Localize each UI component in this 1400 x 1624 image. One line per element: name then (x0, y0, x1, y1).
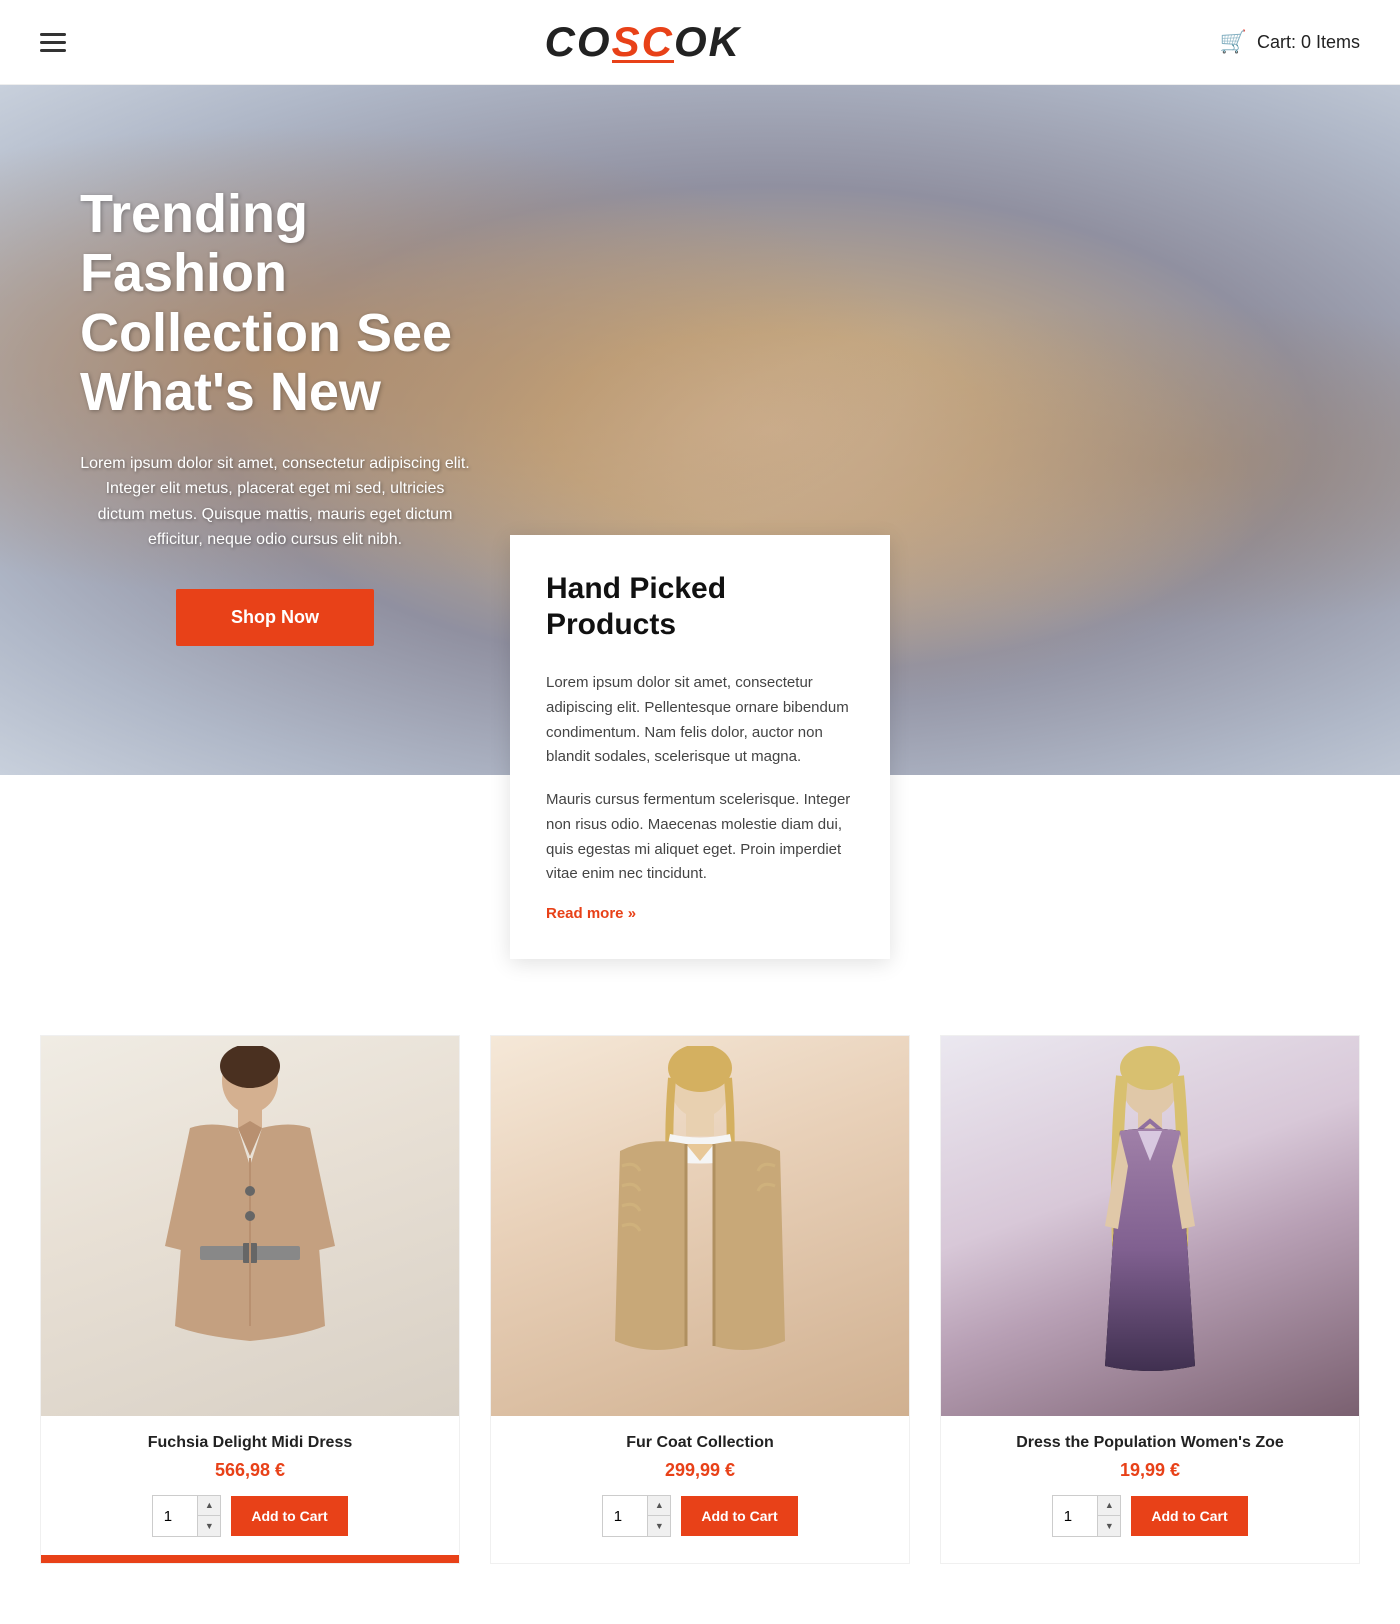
site-logo[interactable]: COSCOK (545, 18, 741, 66)
product-name: Dress the Population Women's Zoe (961, 1434, 1339, 1452)
add-to-cart-button[interactable]: Add to Cart (1131, 1496, 1247, 1536)
cart-label: Cart: 0 Items (1257, 32, 1360, 53)
quantity-spinners: ▲ ▼ (648, 1496, 670, 1536)
product-info: Fuchsia Delight Midi Dress 566,98 € ▲ ▼ … (41, 1416, 459, 1555)
hamburger-line-3 (40, 49, 66, 52)
qty-down-button[interactable]: ▼ (648, 1516, 670, 1536)
product-price: 19,99 € (961, 1460, 1339, 1481)
quantity-spinners: ▲ ▼ (198, 1496, 220, 1536)
add-to-cart-button[interactable]: Add to Cart (681, 1496, 797, 1536)
quantity-input[interactable] (603, 1496, 648, 1536)
hamburger-menu[interactable] (40, 33, 66, 52)
product-controls: ▲ ▼ Add to Cart (61, 1495, 439, 1537)
product-card: Dress the Population Women's Zoe 19,99 €… (940, 1035, 1360, 1564)
header: COSCOK 🛒 Cart: 0 Items (0, 0, 1400, 85)
product-name: Fuchsia Delight Midi Dress (61, 1434, 439, 1452)
product-image-3 (941, 1036, 1359, 1416)
product-price: 299,99 € (511, 1460, 889, 1481)
product-figure-1 (150, 1046, 350, 1406)
product-image-area (941, 1036, 1359, 1416)
product-card-accent (41, 1555, 459, 1563)
product-controls: ▲ ▼ Add to Cart (511, 1495, 889, 1537)
add-to-cart-button[interactable]: Add to Cart (231, 1496, 347, 1536)
handpicked-card: Hand Picked Products Lorem ipsum dolor s… (510, 535, 890, 959)
quantity-input[interactable] (1053, 1496, 1098, 1536)
qty-up-button[interactable]: ▲ (1098, 1496, 1120, 1516)
quantity-group: ▲ ▼ (1052, 1495, 1121, 1537)
qty-up-button[interactable]: ▲ (648, 1496, 670, 1516)
quantity-group: ▲ ▼ (152, 1495, 221, 1537)
qty-down-button[interactable]: ▼ (1098, 1516, 1120, 1536)
hero-title: Trending Fashion Collection See What's N… (80, 185, 470, 423)
product-image-area (41, 1036, 459, 1416)
qty-down-button[interactable]: ▼ (198, 1516, 220, 1536)
product-info: Dress the Population Women's Zoe 19,99 €… (941, 1416, 1359, 1555)
handpicked-title: Hand Picked Products (546, 571, 854, 643)
handpicked-para-1: Lorem ipsum dolor sit amet, consectetur … (546, 671, 854, 770)
qty-up-button[interactable]: ▲ (198, 1496, 220, 1516)
quantity-spinners: ▲ ▼ (1098, 1496, 1120, 1536)
main-content: Hand Picked Products Lorem ipsum dolor s… (0, 775, 1400, 1624)
product-image-1 (41, 1036, 459, 1416)
read-more-link[interactable]: Read more » (546, 905, 636, 922)
logo-highlight: SC (612, 18, 674, 65)
shop-now-button[interactable]: Shop Now (176, 589, 374, 646)
cart-icon: 🛒 (1220, 29, 1247, 55)
product-figure-2 (590, 1046, 810, 1406)
product-figure-3 (1050, 1046, 1250, 1406)
product-card: Fur Coat Collection 299,99 € ▲ ▼ Add to … (490, 1035, 910, 1564)
product-name: Fur Coat Collection (511, 1434, 889, 1452)
hamburger-line-1 (40, 33, 66, 36)
product-image-2 (491, 1036, 909, 1416)
hamburger-line-2 (40, 41, 66, 44)
product-image-area (491, 1036, 909, 1416)
product-controls: ▲ ▼ Add to Cart (961, 1495, 1339, 1537)
products-grid: Fuchsia Delight Midi Dress 566,98 € ▲ ▼ … (40, 1035, 1360, 1564)
product-price: 566,98 € (61, 1460, 439, 1481)
product-info: Fur Coat Collection 299,99 € ▲ ▼ Add to … (491, 1416, 909, 1555)
product-card: Fuchsia Delight Midi Dress 566,98 € ▲ ▼ … (40, 1035, 460, 1564)
quantity-group: ▲ ▼ (602, 1495, 671, 1537)
handpicked-para-2: Mauris cursus fermentum scelerisque. Int… (546, 788, 854, 887)
cart-area[interactable]: 🛒 Cart: 0 Items (1220, 29, 1360, 55)
hero-description: Lorem ipsum dolor sit amet, consectetur … (80, 451, 470, 553)
quantity-input[interactable] (153, 1496, 198, 1536)
hero-content: Trending Fashion Collection See What's N… (0, 85, 520, 646)
